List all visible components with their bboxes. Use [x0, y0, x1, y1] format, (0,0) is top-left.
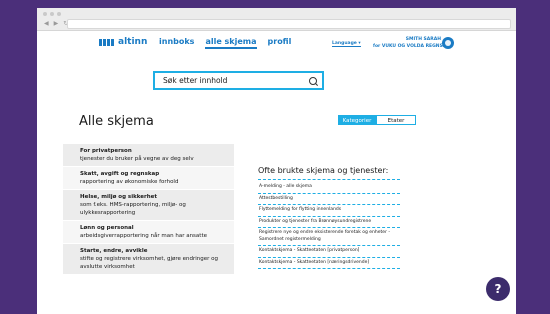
- category-item[interactable]: Starte, endre, avvikle stifte og registr…: [63, 244, 234, 275]
- logo-text: altinn: [118, 37, 148, 47]
- nav-alle-skjema[interactable]: alle skjema: [205, 37, 257, 49]
- altinn-logo[interactable]: altinn: [99, 37, 147, 47]
- search-placeholder: Søk etter innhold: [163, 76, 228, 85]
- category-title: Starte, endre, avvikle: [80, 248, 148, 254]
- forward-icon[interactable]: ▶: [54, 20, 59, 27]
- minimize-dot[interactable]: [50, 12, 54, 16]
- popular-forms: Ofte brukte skjema og tjenester: A-meldi…: [258, 166, 400, 269]
- category-item[interactable]: For privatperson tjenester du bruker på …: [63, 144, 234, 167]
- popular-heading: Ofte brukte skjema og tjenester:: [258, 166, 400, 180]
- search-icon[interactable]: [309, 77, 317, 85]
- avatar[interactable]: [442, 37, 454, 49]
- popular-link[interactable]: Attestbestilling: [258, 194, 400, 205]
- window-controls[interactable]: [43, 12, 61, 16]
- category-title: Helse, miljø og sikkerhet: [80, 194, 157, 200]
- category-title: Skatt, avgift og regnskap: [80, 171, 160, 177]
- tab-etater[interactable]: Etater: [376, 115, 416, 125]
- category-title: Lønn og personal: [80, 225, 134, 231]
- page-title: Alle skjema: [79, 114, 154, 129]
- category-list: For privatperson tjenester du bruker på …: [63, 144, 234, 275]
- category-item[interactable]: Lønn og personal arbeidsgiverrapporterin…: [63, 221, 234, 244]
- popular-link[interactable]: Kontaktskjema - Skatteetaten [privatpers…: [258, 246, 400, 258]
- category-title: For privatperson: [80, 148, 132, 154]
- search-input[interactable]: Søk etter innhold: [153, 71, 324, 90]
- main-nav: innboks alle skjema profil: [159, 37, 291, 49]
- close-dot[interactable]: [43, 12, 47, 16]
- popular-link[interactable]: Kontaktskjema - Skatteetaten [næringsdri…: [258, 258, 400, 269]
- browser-chrome: ◀ ▶ ↻: [37, 8, 516, 31]
- category-desc: stifte og registrere virksomhet, gjøre e…: [80, 256, 219, 270]
- user-info[interactable]: SMITH SARAH for VUKU OG VOLDA REGNSKAP: [373, 36, 454, 50]
- category-desc: arbeidsgiverrapportering når man har ans…: [80, 233, 207, 239]
- help-button[interactable]: ?: [486, 277, 510, 301]
- altinn-logo-icon: [99, 38, 115, 46]
- user-org: for VUKU OG VOLDA REGNSKAP: [373, 44, 454, 49]
- category-desc: tjenester du bruker på vegne av deg selv: [80, 156, 194, 162]
- popular-link[interactable]: Registrere nye og endre eksisterende for…: [258, 228, 400, 246]
- tab-kategorier[interactable]: Kategorier: [338, 115, 376, 125]
- nav-profil[interactable]: profil: [268, 37, 292, 49]
- nav-innboks[interactable]: innboks: [159, 37, 194, 49]
- back-icon[interactable]: ◀: [44, 20, 49, 27]
- view-toggle: Kategorier Etater: [338, 115, 416, 125]
- popular-link[interactable]: A-melding - alle skjema: [258, 182, 400, 194]
- language-selector[interactable]: Language ▾: [332, 41, 361, 47]
- category-desc: som f.eks. HMS-rapportering, miljø- og u…: [80, 202, 186, 216]
- category-item[interactable]: Helse, miljø og sikkerhet som f.eks. HMS…: [63, 190, 234, 221]
- site-header: altinn innboks alle skjema profil Langua…: [37, 31, 516, 59]
- category-desc: rapportering av økonomiske forhold: [80, 179, 179, 185]
- browser-nav-controls: ◀ ▶ ↻: [44, 20, 68, 27]
- category-item[interactable]: Skatt, avgift og regnskap rapportering a…: [63, 167, 234, 190]
- address-bar[interactable]: [67, 19, 511, 29]
- user-name: SMITH SARAH: [405, 37, 441, 42]
- popular-link[interactable]: Flyttemelding for flytting innenlands: [258, 205, 400, 217]
- popular-link[interactable]: Produkter og tjenester fra Brønnøysundre…: [258, 217, 400, 228]
- maximize-dot[interactable]: [57, 12, 61, 16]
